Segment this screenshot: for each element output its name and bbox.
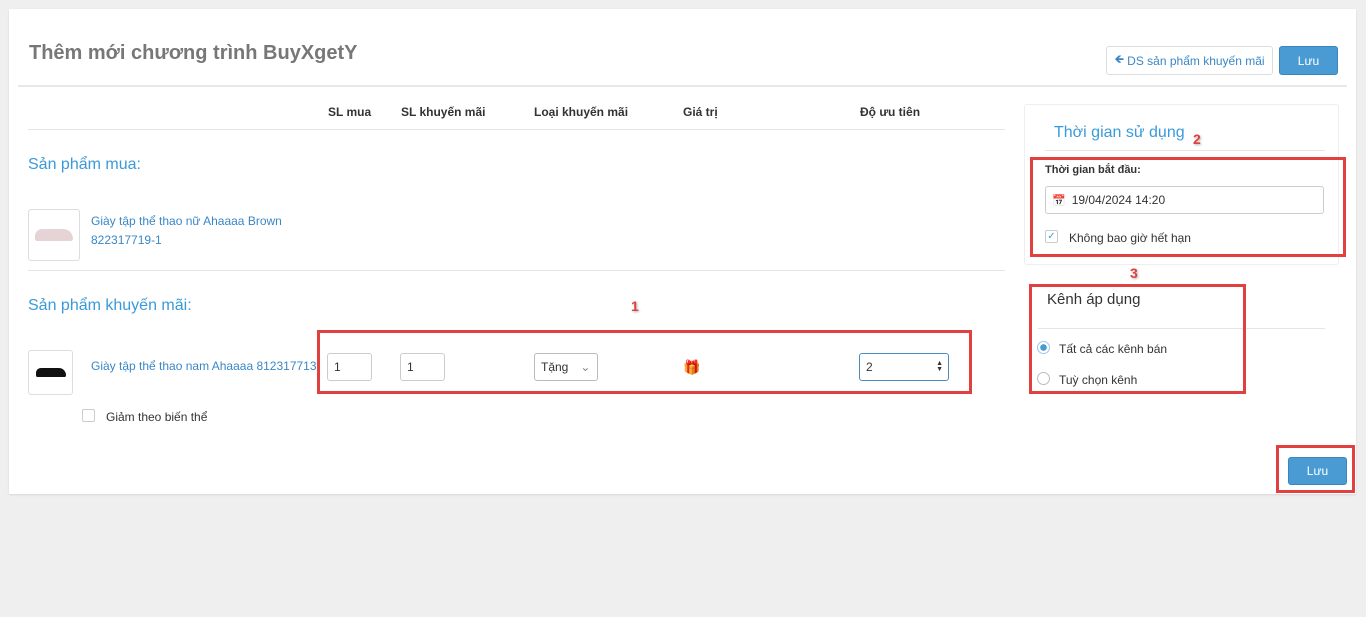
save-button-top[interactable]: Lưu (1279, 46, 1338, 75)
buy-product-image (28, 209, 80, 261)
col-sl-khuyen-mai: SL khuyến mãi (401, 105, 486, 119)
annotation-box-1 (317, 330, 972, 394)
col-sl-mua: SL mua (328, 105, 372, 119)
buy-product-link[interactable]: Giày tập thể thao nữ Ahaaaa Brown 8223177… (91, 212, 282, 250)
buy-section-title: Sản phẩm mua: (28, 156, 141, 173)
annotation-box-2 (1030, 157, 1346, 257)
divider (1045, 150, 1325, 151)
divider (28, 270, 1005, 271)
annotation-box-save (1276, 445, 1355, 493)
variant-checkbox-label: Giảm theo biến thể (106, 410, 208, 424)
variant-checkbox[interactable] (82, 409, 95, 422)
arrow-left-icon: 🡸 (1114, 52, 1125, 66)
time-panel-title: Thời gian sử dụng (1054, 124, 1185, 141)
promo-section-title: Sản phẩm khuyến mãi: (28, 297, 192, 314)
divider (28, 129, 1005, 130)
annotation-box-3 (1029, 284, 1246, 394)
promo-product-link[interactable]: Giày tập thể thao nam Ahaaaa 812317713- (91, 357, 321, 376)
annotation-number-1: 1 (631, 298, 639, 314)
annotation-number-2: 2 (1193, 131, 1201, 147)
header-divider (18, 85, 1347, 87)
annotation-number-3: 3 (1130, 265, 1138, 281)
col-loai-khuyen-mai: Loại khuyến mãi (534, 105, 629, 119)
promo-product-image (28, 350, 73, 395)
col-do-uu-tien: Độ ưu tiên (860, 105, 921, 119)
back-to-list-button[interactable]: 🡸 DS sản phẩm khuyến mãi (1106, 46, 1273, 75)
page-title: Thêm mới chương trình BuyXgetY (29, 42, 358, 64)
col-gia-tri: Giá trị (683, 105, 718, 119)
